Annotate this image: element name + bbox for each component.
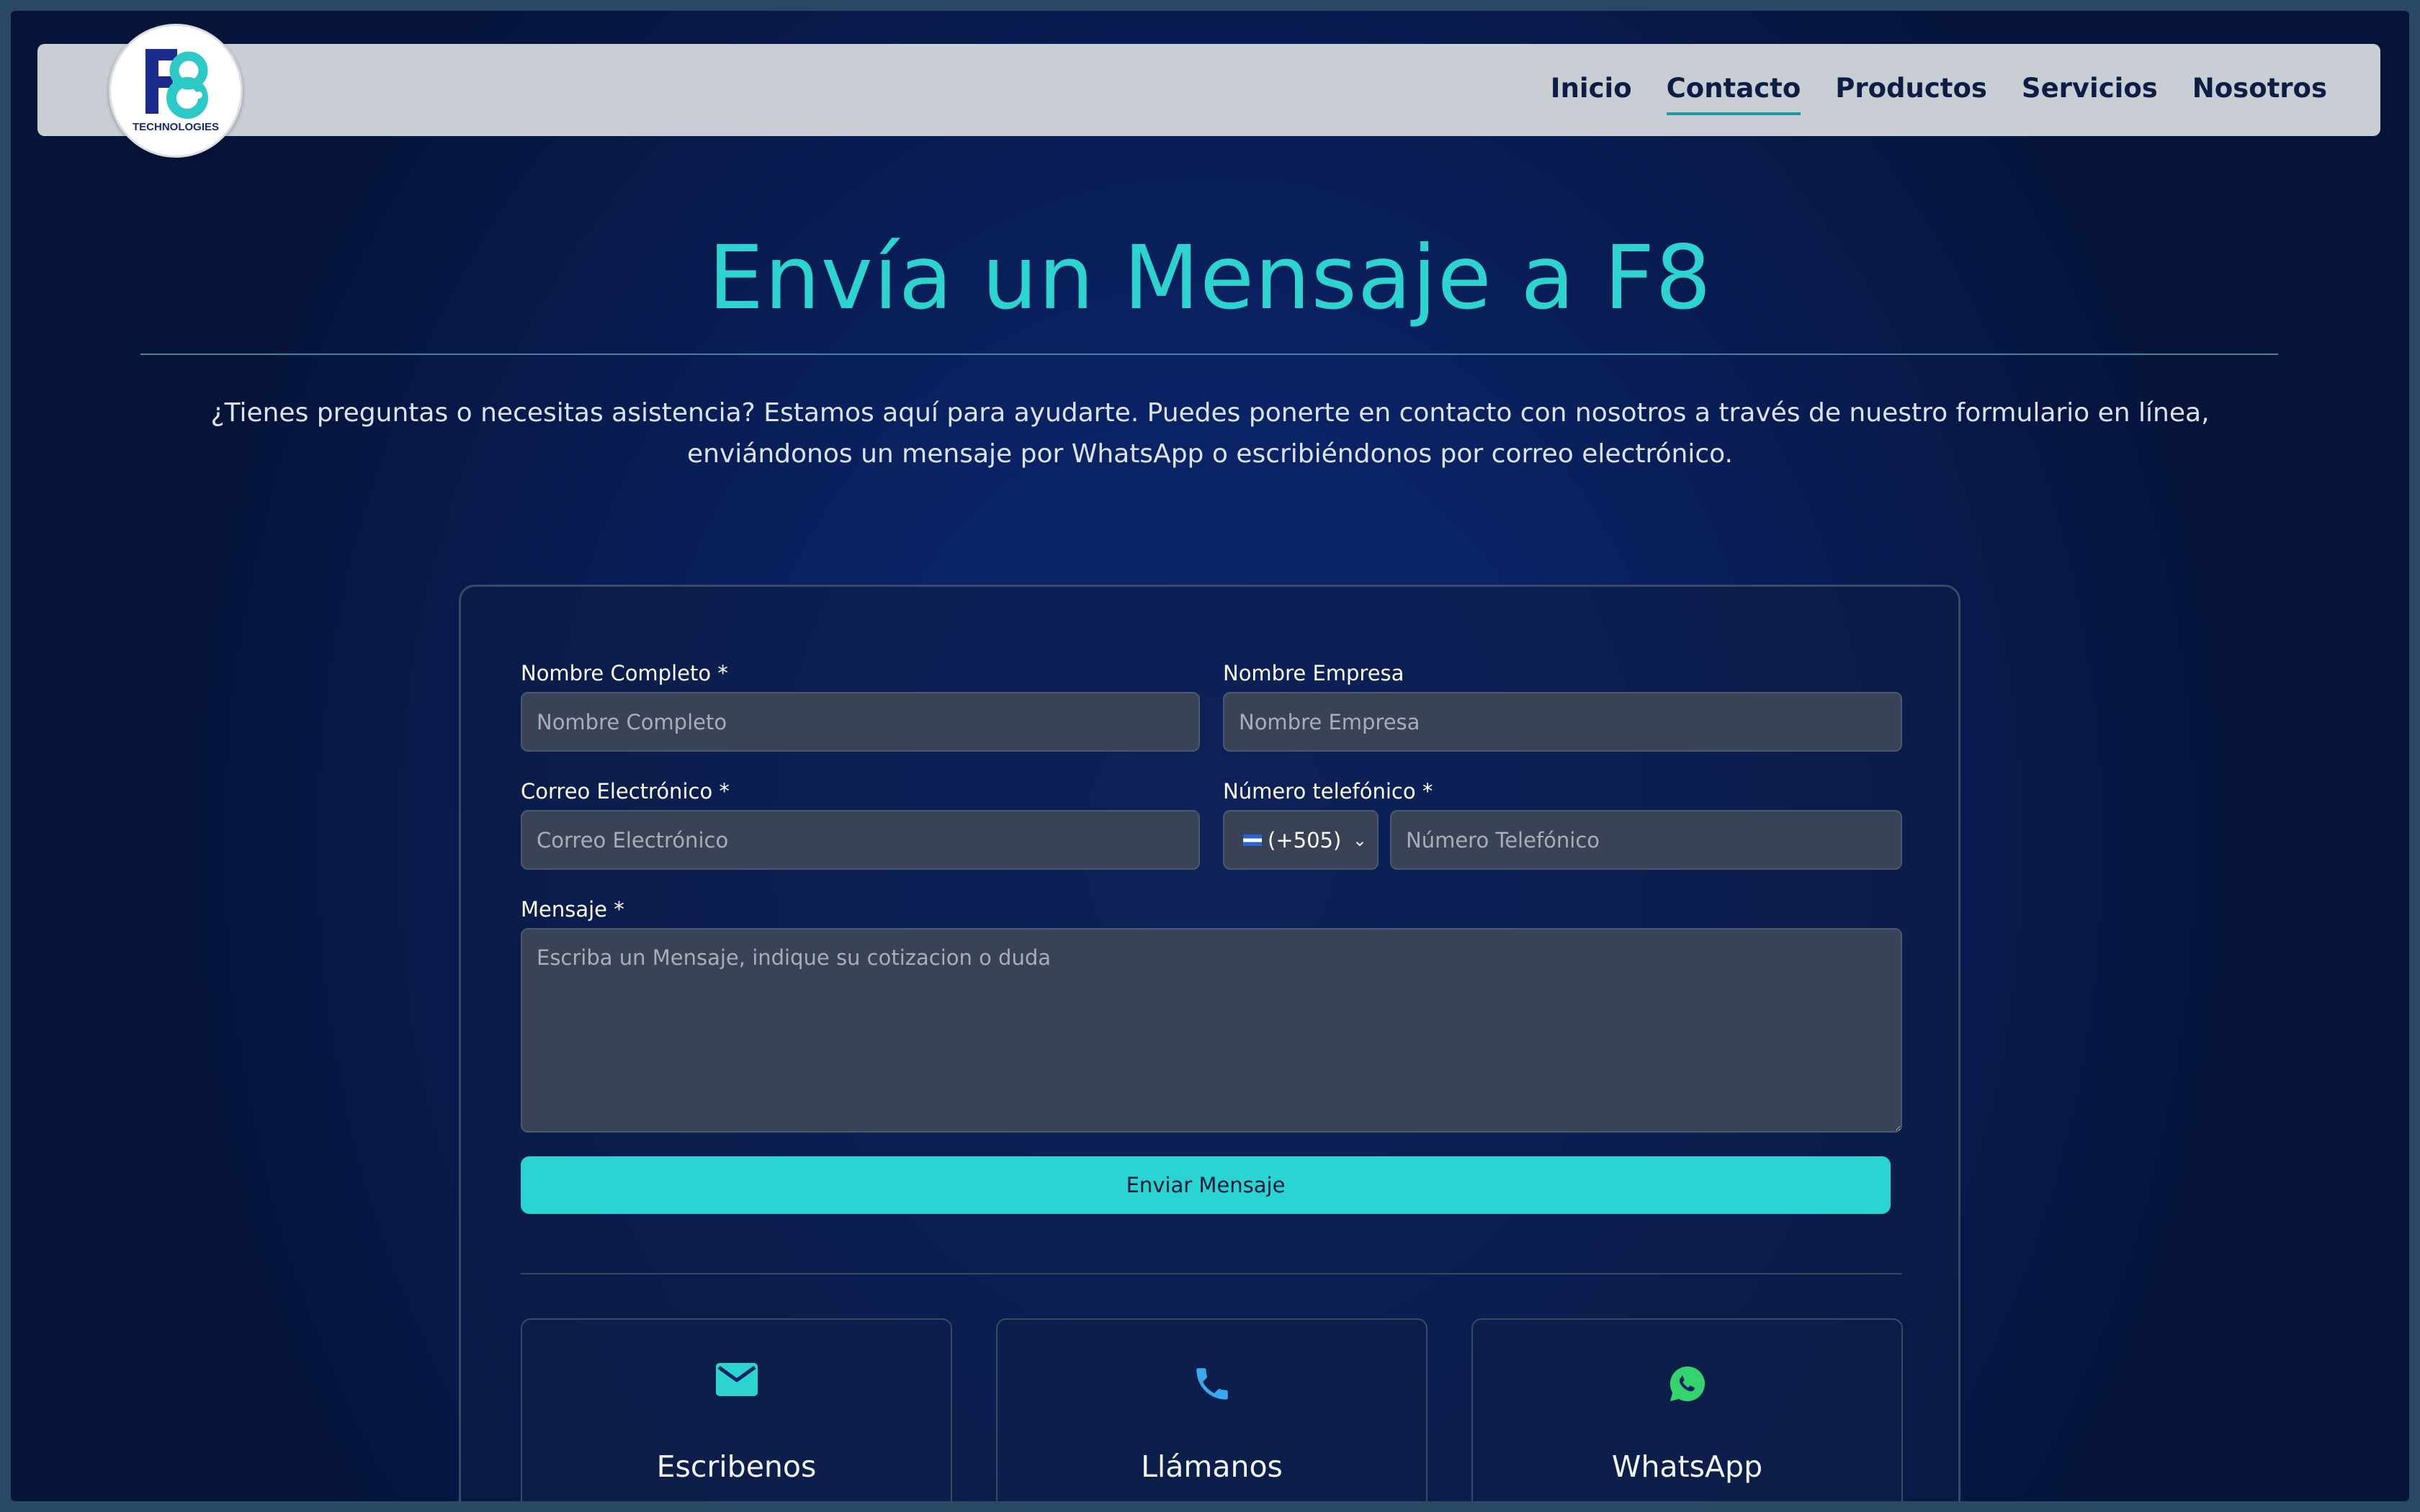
contact-option-label: WhatsApp xyxy=(1611,1449,1763,1484)
country-code-value: (+505) xyxy=(1268,827,1342,852)
send-message-button[interactable]: Enviar Mensaje xyxy=(521,1156,1891,1214)
chevron-down-icon: ⌄ xyxy=(1352,829,1367,850)
contact-option-label: Llámanos xyxy=(1141,1449,1283,1484)
phone-label: Número telefónico * xyxy=(1223,779,1433,804)
company-label: Nombre Empresa xyxy=(1223,661,1404,685)
mail-icon xyxy=(715,1363,758,1396)
brand-logo[interactable]: TECHNOLOGIES xyxy=(109,24,243,158)
full-name-field: Nombre Completo * xyxy=(521,661,1200,752)
navbar: Inicio Contacto Productos Servicios Noso… xyxy=(37,44,2380,136)
whatsapp-icon xyxy=(1670,1366,1705,1402)
main-nav: Inicio Contacto Productos Servicios Noso… xyxy=(1551,44,2327,136)
title-divider xyxy=(140,354,2278,355)
browser-viewport: Inicio Contacto Productos Servicios Noso… xyxy=(11,11,2409,1501)
nav-contacto[interactable]: Contacto xyxy=(1666,73,1801,115)
page-title: Envía un Mensaje a F8 xyxy=(708,227,1712,329)
intro-text: ¿Tienes preguntas o necesitas asistencia… xyxy=(210,398,2210,469)
email-label: Correo Electrónico * xyxy=(521,779,730,804)
contact-form-card: Nombre Completo * Nombre Empresa Correo … xyxy=(459,585,1960,1501)
nav-productos[interactable]: Productos xyxy=(1835,73,1987,108)
full-name-label: Nombre Completo * xyxy=(521,661,728,685)
message-textarea[interactable] xyxy=(521,928,1902,1133)
email-field: Correo Electrónico * xyxy=(521,779,1200,870)
logo-text: TECHNOLOGIES xyxy=(132,121,219,133)
nav-nosotros[interactable]: Nosotros xyxy=(2192,73,2327,108)
phone-row: (+505) ⌄ xyxy=(1223,810,1902,870)
contact-option-phone[interactable]: Llámanos xyxy=(996,1318,1428,1501)
nav-servicios[interactable]: Servicios xyxy=(2022,73,2158,108)
message-label: Mensaje * xyxy=(521,897,624,922)
phone-field: Número telefónico * (+505) ⌄ xyxy=(1223,779,1902,870)
nicaragua-flag-icon xyxy=(1243,834,1262,846)
message-field: Mensaje * xyxy=(521,897,1902,1133)
country-code-select[interactable]: (+505) ⌄ xyxy=(1223,810,1379,870)
phone-input[interactable] xyxy=(1390,810,1902,870)
f8-logo-icon xyxy=(145,49,208,119)
company-field: Nombre Empresa xyxy=(1223,661,1902,752)
company-input[interactable] xyxy=(1223,692,1902,752)
contact-option-whatsapp[interactable]: WhatsApp xyxy=(1471,1318,1903,1501)
contact-option-email[interactable]: Escribenos xyxy=(521,1318,952,1501)
nav-inicio[interactable]: Inicio xyxy=(1551,73,1632,108)
form-divider xyxy=(521,1273,1902,1274)
full-name-input[interactable] xyxy=(521,692,1200,752)
phone-icon xyxy=(1196,1368,1228,1400)
email-input[interactable] xyxy=(521,810,1200,870)
contact-option-label: Escribenos xyxy=(656,1449,817,1484)
